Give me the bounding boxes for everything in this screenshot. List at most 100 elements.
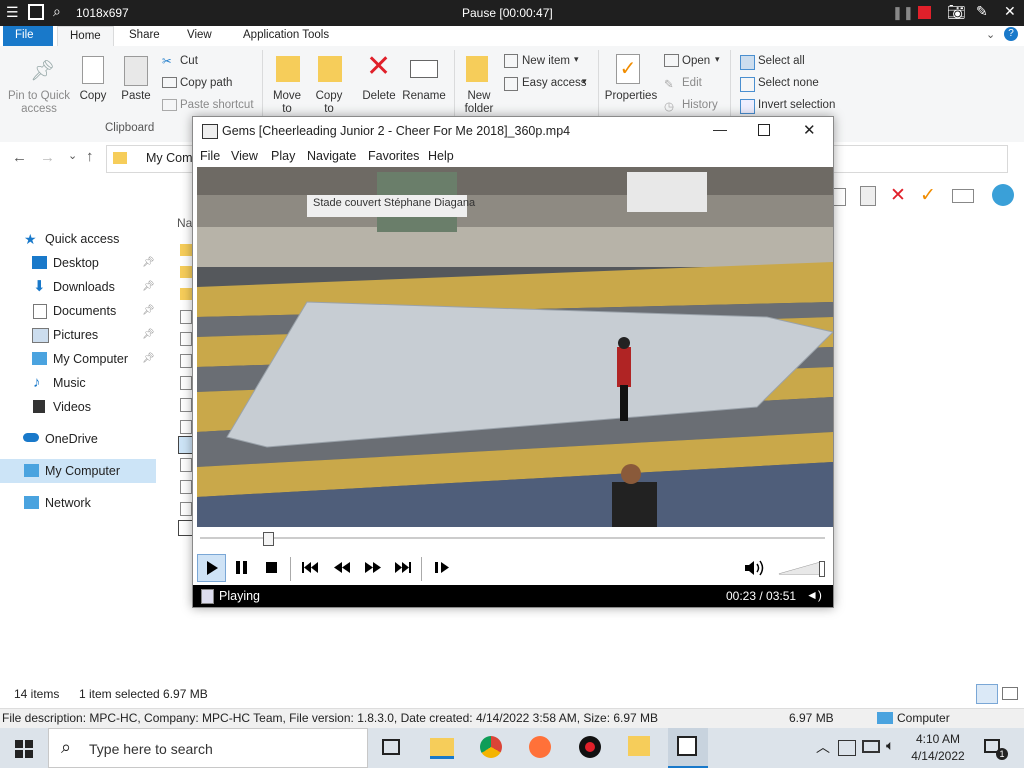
chevron-down-icon[interactable]: ⌄ xyxy=(986,28,995,41)
tab-home[interactable]: Home xyxy=(57,26,114,47)
rename-button[interactable]: Rename xyxy=(402,90,446,102)
move-to-button[interactable]: Move to xyxy=(268,90,306,116)
file-explorer-icon[interactable] xyxy=(430,738,454,759)
paste-button[interactable]: Paste xyxy=(118,90,154,102)
file-icon[interactable] xyxy=(180,398,192,412)
task-view-icon[interactable] xyxy=(382,739,400,755)
pin-icon[interactable]: 📌︎ xyxy=(142,347,155,371)
language-icon[interactable] xyxy=(838,740,856,756)
pause-button[interactable] xyxy=(231,558,253,578)
forward-arrow-icon[interactable]: → xyxy=(40,149,55,166)
maximize-icon[interactable] xyxy=(758,124,770,136)
minimize-icon[interactable]: — xyxy=(713,121,727,137)
tab-share[interactable]: Share xyxy=(117,26,172,46)
check-icon[interactable]: ✓ xyxy=(920,184,936,207)
cut-button[interactable]: Cut xyxy=(180,55,198,67)
file-icon[interactable] xyxy=(180,480,192,494)
file-icon[interactable] xyxy=(180,458,192,472)
seek-thumb[interactable] xyxy=(262,532,274,546)
sidebar-item-network[interactable]: Network xyxy=(0,491,156,515)
search-icon[interactable]: ⌕ xyxy=(53,3,61,20)
camera-icon[interactable]: 📷︎ xyxy=(947,3,966,21)
taskbar-search-box[interactable]: ⌕ Type here to search xyxy=(48,728,368,768)
menu-play[interactable]: Play xyxy=(271,149,295,163)
globe-icon[interactable] xyxy=(992,184,1014,206)
new-folder-button[interactable]: New folder xyxy=(458,90,500,116)
tab-view[interactable]: View xyxy=(175,26,224,46)
recorder-icon[interactable] xyxy=(579,736,601,758)
menu-view[interactable]: View xyxy=(231,149,258,163)
copy-path-button[interactable]: Copy path xyxy=(180,77,232,89)
file-icon[interactable] xyxy=(180,310,192,324)
pen-icon[interactable]: ✎ xyxy=(976,3,988,20)
file-icon[interactable] xyxy=(180,354,192,368)
folder-icon[interactable] xyxy=(180,244,192,256)
file-icon[interactable] xyxy=(180,502,192,516)
pin-icon[interactable]: 📌︎ xyxy=(142,299,155,323)
recent-locations-icon[interactable]: ⌄ xyxy=(68,149,77,162)
sidebar-item-music[interactable]: ♪ Music xyxy=(0,371,156,395)
windows-start-icon[interactable] xyxy=(15,740,33,758)
sidebar-item-pictures[interactable]: Pictures 📌︎ xyxy=(0,323,156,347)
stop-record-icon[interactable] xyxy=(918,6,931,19)
easy-access-button[interactable]: Easy access xyxy=(522,77,587,89)
stop-button[interactable] xyxy=(261,558,283,578)
select-all-button[interactable]: Select all xyxy=(758,55,805,67)
large-icons-view-icon[interactable] xyxy=(1002,687,1018,700)
close-icon[interactable]: ✕ xyxy=(1004,3,1016,20)
sidebar-item-downloads[interactable]: ⬇ Downloads 📌︎ xyxy=(0,275,156,299)
edit-button[interactable]: Edit xyxy=(682,77,702,89)
sidebar-item-videos[interactable]: Videos xyxy=(0,395,156,419)
seek-bar[interactable] xyxy=(193,527,833,551)
video-area[interactable]: Stade couvert Stéphane Diagana xyxy=(197,167,833,527)
select-none-button[interactable]: Select none xyxy=(758,77,819,89)
up-arrow-icon[interactable]: ↑ xyxy=(86,148,94,165)
skip-forward-button[interactable] xyxy=(392,558,414,578)
menu-help[interactable]: Help xyxy=(428,149,454,163)
pin-to-quick-access-button[interactable]: Pin to Quick access xyxy=(4,90,74,116)
chrome-icon[interactable] xyxy=(480,736,502,758)
mpc-taskbar-button[interactable] xyxy=(668,728,708,768)
name-column-header[interactable]: Na xyxy=(177,216,192,230)
chevron-up-icon[interactable]: ︿ xyxy=(816,737,830,757)
sidebar-item-my-computer[interactable]: My Computer 📌︎ xyxy=(0,347,156,371)
delete-icon[interactable]: ✕ xyxy=(890,184,906,207)
delete-button[interactable]: Delete xyxy=(358,90,400,102)
skip-back-button[interactable] xyxy=(299,558,321,578)
file-icon[interactable] xyxy=(180,332,192,346)
properties-button[interactable]: Properties xyxy=(602,90,660,102)
pin-icon[interactable]: 📌︎ xyxy=(142,323,155,347)
clipboard-icon[interactable] xyxy=(860,186,876,206)
copy-to-button[interactable]: Copy to xyxy=(310,90,348,116)
paste-shortcut-button[interactable]: Paste shortcut xyxy=(180,99,254,111)
folder-icon[interactable] xyxy=(180,288,192,300)
sidebar-item-my-computer-selected[interactable]: My Computer xyxy=(0,459,156,483)
copy-button[interactable]: Copy xyxy=(76,90,110,102)
clock-date[interactable]: 4/14/2022 xyxy=(906,749,970,763)
play-button[interactable] xyxy=(197,554,226,582)
mpc-title-bar[interactable]: Gems [Cheerleading Junior 2 - Cheer For … xyxy=(193,117,833,145)
window-icon[interactable] xyxy=(28,4,44,20)
invert-selection-button[interactable]: Invert selection xyxy=(758,99,835,111)
history-button[interactable]: History xyxy=(682,99,718,111)
rewind-button[interactable] xyxy=(331,558,353,578)
firefox-icon[interactable] xyxy=(529,736,551,758)
new-item-button[interactable]: New item xyxy=(522,55,570,67)
rename-icon[interactable] xyxy=(952,189,974,203)
menu-favorites[interactable]: Favorites xyxy=(368,149,419,163)
sidebar-item-desktop[interactable]: Desktop 📌︎ xyxy=(0,251,156,275)
fast-forward-button[interactable] xyxy=(362,558,384,578)
sidebar-item-documents[interactable]: Documents 📌︎ xyxy=(0,299,156,323)
open-button[interactable]: Open xyxy=(682,55,710,67)
menu-navigate[interactable]: Navigate xyxy=(307,149,356,163)
volume-thumb[interactable] xyxy=(818,561,825,577)
sidebar-item-quick-access[interactable]: ★ Quick access xyxy=(0,227,156,251)
hamburger-icon[interactable]: ☰ xyxy=(6,4,19,21)
help-icon[interactable]: ? xyxy=(1004,27,1018,41)
frame-step-button[interactable] xyxy=(431,558,453,578)
pin-icon[interactable]: 📌︎ xyxy=(142,275,155,299)
tab-file[interactable]: File xyxy=(3,26,53,46)
volume-slider[interactable] xyxy=(777,560,827,577)
onedrive-folder-icon[interactable] xyxy=(628,736,650,756)
file-icon[interactable] xyxy=(180,376,192,390)
